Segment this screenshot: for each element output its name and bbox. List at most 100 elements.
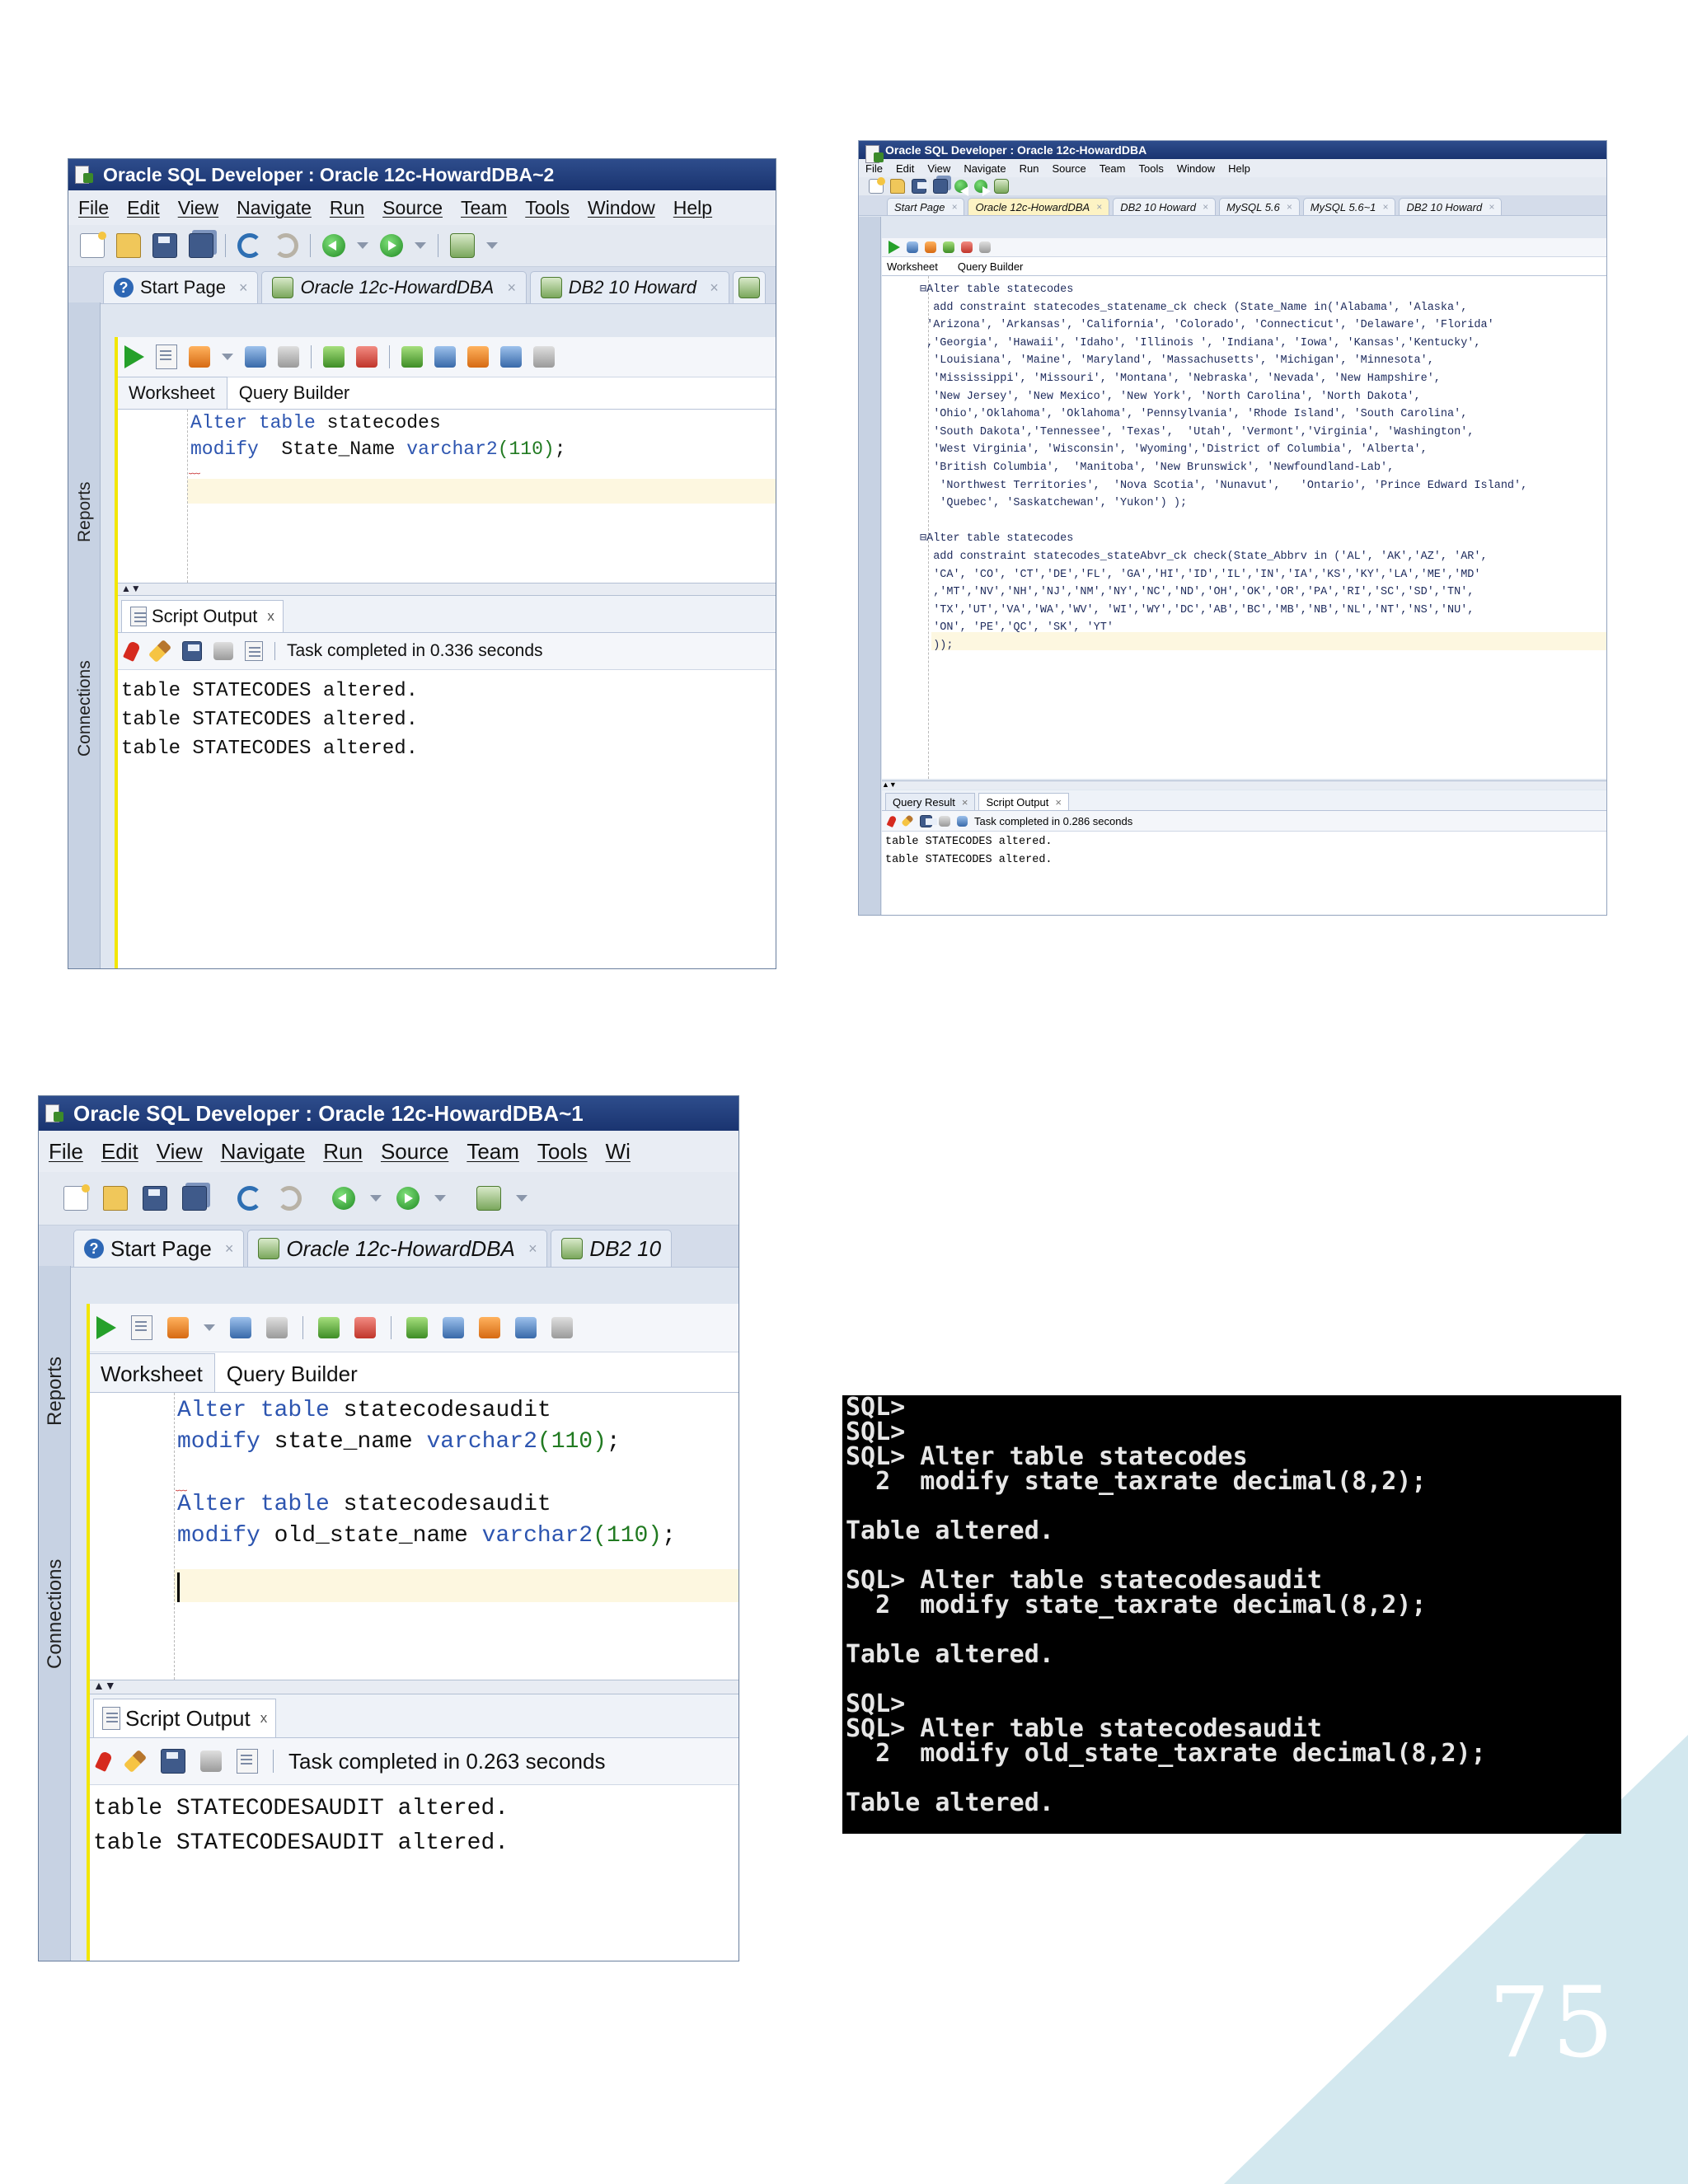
forward-arrow-icon[interactable] — [974, 180, 991, 196]
close-icon[interactable]: × — [225, 1240, 234, 1258]
history-icon[interactable] — [500, 346, 522, 368]
forward-arrow-icon[interactable] — [396, 1187, 420, 1210]
tab-item[interactable]: DB2 10 Howard × — [1113, 198, 1216, 215]
connections-panel-label[interactable]: Connections — [39, 1508, 70, 1673]
sql-connection-icon[interactable] — [476, 1186, 501, 1211]
menu-navigate[interactable]: Navigate — [237, 197, 312, 219]
pane-splitter[interactable]: ▲▼ — [88, 1680, 738, 1694]
close-icon[interactable]: × — [1287, 201, 1292, 213]
menu-run[interactable]: Run — [323, 1139, 363, 1165]
menu-team[interactable]: Team — [461, 197, 507, 219]
close-icon[interactable]: x — [260, 1710, 268, 1727]
commit-dropdown-icon[interactable] — [222, 354, 233, 360]
close-icon[interactable]: × — [1203, 201, 1208, 213]
close-icon[interactable]: × — [1096, 201, 1102, 213]
close-icon[interactable]: × — [1055, 796, 1062, 808]
menu-file[interactable]: File — [49, 1139, 83, 1165]
back-dropdown-icon[interactable] — [370, 1195, 382, 1202]
connections-panel-label[interactable]: Connections — [68, 612, 100, 761]
close-icon[interactable]: × — [1489, 201, 1494, 213]
clear-icon[interactable] — [467, 346, 489, 368]
redo-icon[interactable] — [274, 233, 298, 258]
save-all-icon[interactable] — [189, 233, 213, 258]
tab-script-output[interactable]: Script Output × — [978, 793, 1069, 810]
sql-editor[interactable]: ⊟Alter table statecodes add constraint s… — [882, 276, 1606, 779]
tab-query-builder[interactable]: Query Builder — [227, 377, 362, 409]
menu-view[interactable]: View — [927, 162, 950, 175]
run-script-icon[interactable] — [131, 1315, 152, 1340]
menu-view[interactable]: View — [157, 1139, 203, 1165]
commit-transaction-icon[interactable] — [943, 241, 954, 253]
new-file-icon[interactable] — [869, 177, 885, 194]
menu-window[interactable]: Window — [1177, 162, 1215, 175]
new-file-icon[interactable] — [63, 1184, 90, 1211]
tab-worksheet[interactable]: Worksheet — [88, 1353, 215, 1392]
autotrace-icon[interactable] — [266, 1317, 288, 1338]
menu-source[interactable]: Source — [1052, 162, 1085, 175]
save-output-icon[interactable] — [161, 1749, 185, 1774]
reports-panel-label[interactable]: Reports — [39, 1310, 70, 1434]
tab-item[interactable]: MySQL 5.6~1 × — [1302, 198, 1396, 215]
back-arrow-icon[interactable] — [322, 234, 345, 257]
forward-dropdown-icon[interactable] — [434, 1195, 446, 1202]
pin-icon[interactable] — [886, 814, 898, 827]
print-icon[interactable] — [200, 1750, 222, 1772]
menu-wi[interactable]: Wi — [606, 1139, 631, 1165]
change-case-icon[interactable] — [434, 346, 456, 368]
eraser-icon[interactable] — [123, 1749, 148, 1774]
tab-script-output[interactable]: Script Output x — [93, 1699, 277, 1737]
menu-tools[interactable]: Tools — [1138, 162, 1163, 175]
save-icon[interactable] — [912, 179, 929, 194]
menu-team[interactable]: Team — [467, 1139, 519, 1165]
menu-help[interactable]: Help — [673, 197, 712, 219]
menu-edit[interactable]: Edit — [896, 162, 914, 175]
run-statement-icon[interactable] — [124, 345, 144, 368]
sql-tuning-icon[interactable] — [401, 346, 423, 368]
back-dropdown-icon[interactable] — [357, 242, 368, 249]
clear-icon[interactable] — [479, 1317, 500, 1338]
run-script-icon[interactable] — [156, 344, 177, 369]
tab-script-output[interactable]: Script Output x — [121, 600, 284, 632]
pin-icon[interactable] — [123, 640, 141, 662]
eraser-icon[interactable] — [901, 814, 914, 827]
commit-dropdown-icon[interactable] — [204, 1324, 215, 1331]
sql-dropdown-icon[interactable] — [486, 242, 498, 249]
close-icon[interactable]: × — [239, 279, 248, 297]
tab-worksheet[interactable]: Worksheet — [887, 260, 938, 273]
forward-arrow-icon[interactable] — [380, 234, 403, 257]
sql-editor[interactable]: Alter table statecodes modify State_Name … — [116, 410, 776, 583]
menu-view[interactable]: View — [178, 197, 218, 219]
tab-query-builder[interactable]: Query Builder — [215, 1354, 369, 1392]
menu-help[interactable]: Help — [1228, 162, 1250, 175]
rollback-icon[interactable] — [356, 346, 377, 368]
history-icon[interactable] — [515, 1317, 537, 1338]
close-icon[interactable]: × — [710, 279, 719, 297]
sqlplus-terminal[interactable]: SQL> SQL> SQL> Alter table statecodes 2 … — [842, 1395, 1621, 1834]
close-icon[interactable]: × — [528, 1240, 537, 1258]
menu-navigate[interactable]: Navigate — [964, 162, 1006, 175]
explain-plan-icon[interactable] — [230, 1317, 251, 1338]
save-all-icon[interactable] — [933, 179, 948, 194]
menu-run[interactable]: Run — [330, 197, 364, 219]
close-icon[interactable]: × — [1382, 201, 1388, 213]
tab-start-page[interactable]: ? Start Page × — [103, 271, 259, 303]
menu-window[interactable]: Window — [588, 197, 655, 219]
sql-connection-icon[interactable] — [994, 179, 1009, 194]
pin-icon[interactable] — [95, 1750, 113, 1772]
menu-team[interactable]: Team — [1100, 162, 1126, 175]
menu-run[interactable]: Run — [1020, 162, 1039, 175]
back-arrow-icon[interactable] — [954, 180, 968, 196]
tab-item[interactable]: DB2 10 Howard × — [1399, 198, 1503, 215]
run-statement-icon[interactable] — [96, 1316, 116, 1339]
tab-query-builder[interactable]: Query Builder — [958, 260, 1023, 273]
settings-icon[interactable] — [979, 241, 991, 253]
tab-item[interactable]: MySQL 5.6 × — [1218, 198, 1300, 215]
redo-icon[interactable] — [277, 1186, 302, 1211]
sql-connection-icon[interactable] — [450, 233, 475, 258]
commit-transaction-icon[interactable] — [318, 1317, 340, 1338]
explain-plan-icon[interactable] — [245, 346, 266, 368]
menu-edit[interactable]: Edit — [127, 197, 160, 219]
menu-tools[interactable]: Tools — [537, 1139, 588, 1165]
print-icon[interactable] — [213, 642, 233, 660]
tab-start-page[interactable]: ? Start Page × — [73, 1230, 245, 1267]
